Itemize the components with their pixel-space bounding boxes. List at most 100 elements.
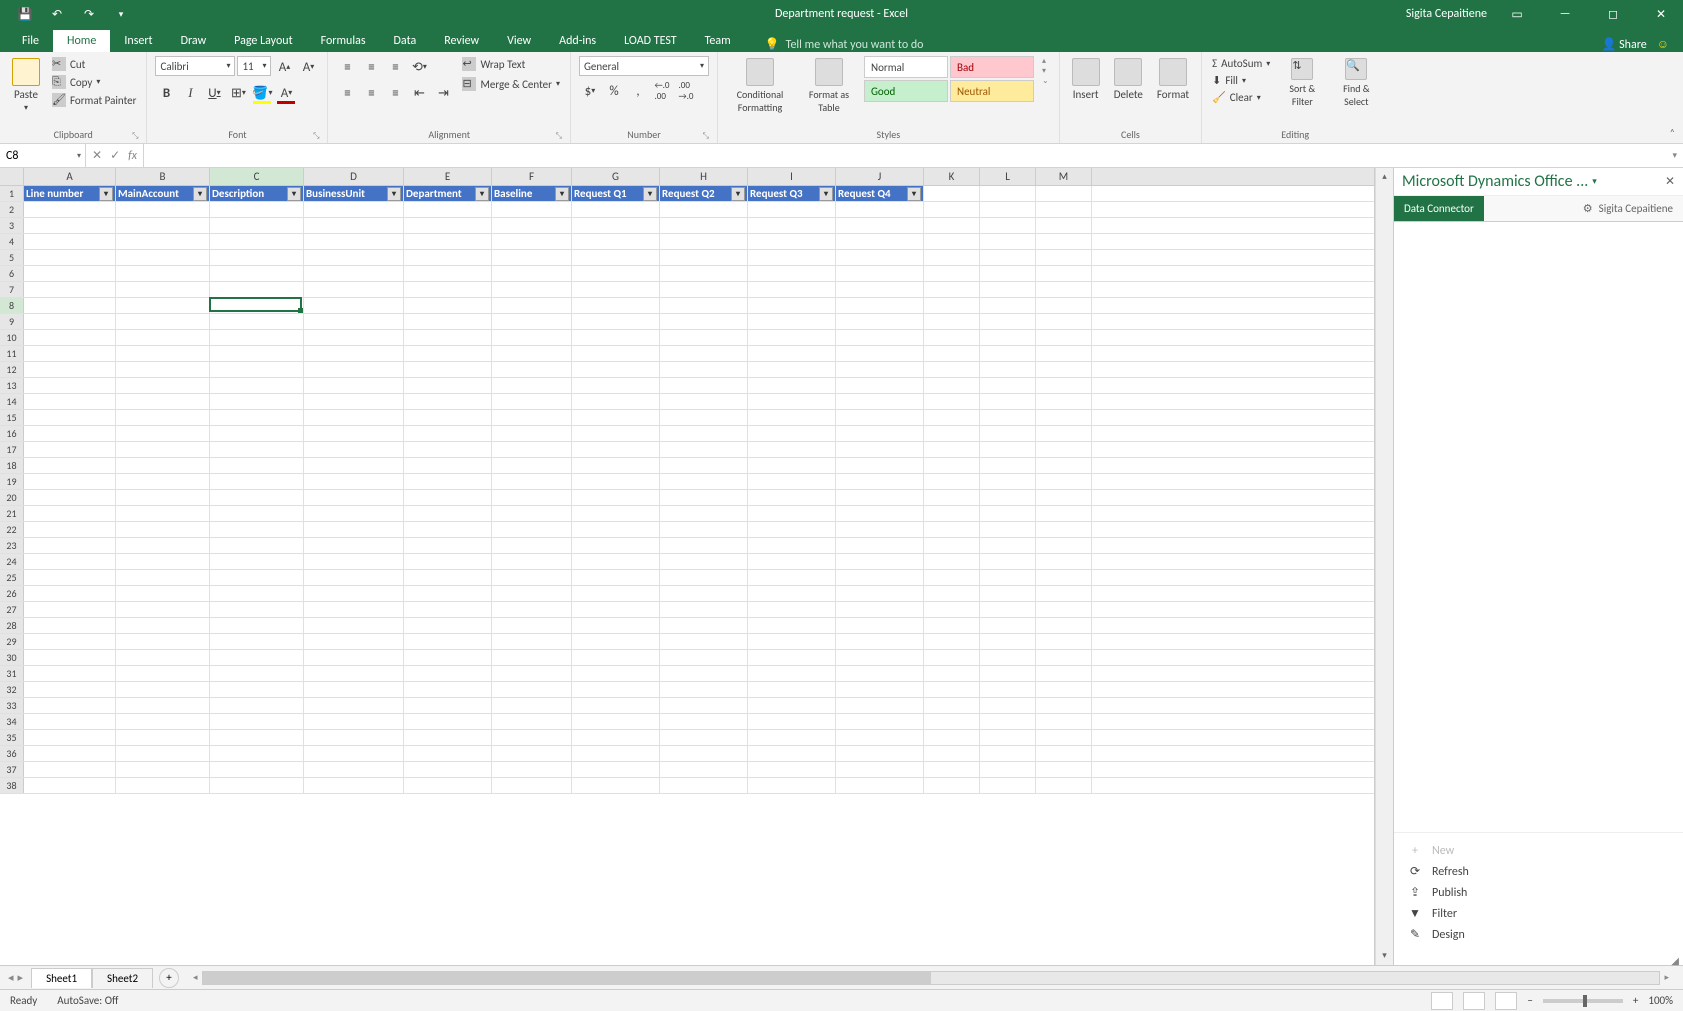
taskpane-user[interactable]: ⚙ Sigita Cepaitiene (1573, 196, 1683, 221)
cell[interactable] (116, 426, 210, 441)
cell[interactable] (980, 442, 1036, 457)
cell[interactable] (836, 730, 924, 745)
cell[interactable] (836, 618, 924, 633)
cell[interactable] (660, 714, 748, 729)
cell[interactable] (1036, 634, 1092, 649)
cell[interactable] (924, 298, 980, 313)
name-box[interactable]: C8 (0, 144, 86, 167)
cell[interactable] (980, 426, 1036, 441)
cell[interactable] (304, 266, 404, 281)
align-center-button[interactable]: ≡ (360, 82, 382, 104)
cell[interactable] (924, 538, 980, 553)
cell[interactable] (572, 570, 660, 585)
cell[interactable] (24, 394, 116, 409)
cell[interactable] (210, 554, 304, 569)
cell[interactable] (980, 714, 1036, 729)
cell[interactable] (24, 746, 116, 761)
row-header[interactable]: 6 (0, 266, 24, 281)
fill-button[interactable]: ⬇Fill▾ (1210, 73, 1272, 88)
font-size-select[interactable]: 11▾ (237, 56, 271, 76)
taskpane-menu-icon[interactable]: ▾ (1592, 176, 1597, 187)
cell[interactable] (748, 714, 836, 729)
cell[interactable] (492, 314, 572, 329)
cell[interactable] (404, 698, 492, 713)
cell[interactable] (924, 474, 980, 489)
cell[interactable] (210, 442, 304, 457)
cell[interactable] (924, 682, 980, 697)
cell[interactable] (572, 202, 660, 217)
cell[interactable] (660, 698, 748, 713)
cell[interactable] (24, 490, 116, 505)
row-header[interactable]: 28 (0, 618, 24, 633)
cell[interactable] (24, 250, 116, 265)
cell[interactable] (1036, 506, 1092, 521)
cell[interactable] (116, 746, 210, 761)
styles-down-icon[interactable]: ▾ (1042, 66, 1049, 76)
cell[interactable] (660, 218, 748, 233)
cell[interactable] (748, 538, 836, 553)
cell[interactable] (980, 394, 1036, 409)
cell[interactable] (748, 746, 836, 761)
cell[interactable] (924, 522, 980, 537)
cell[interactable] (116, 762, 210, 777)
cell[interactable] (1036, 762, 1092, 777)
cell[interactable] (304, 682, 404, 697)
cell[interactable] (1036, 282, 1092, 297)
cell[interactable] (404, 330, 492, 345)
cell[interactable] (492, 762, 572, 777)
cell[interactable] (924, 282, 980, 297)
cell[interactable] (24, 362, 116, 377)
cell[interactable] (304, 378, 404, 393)
cell[interactable] (404, 570, 492, 585)
fx-icon[interactable]: fx (128, 149, 137, 163)
cell[interactable] (492, 778, 572, 793)
cell[interactable] (404, 666, 492, 681)
cell[interactable] (116, 442, 210, 457)
cell[interactable] (210, 378, 304, 393)
cell[interactable] (492, 602, 572, 617)
cell[interactable] (1036, 698, 1092, 713)
cell[interactable] (748, 394, 836, 409)
align-left-button[interactable]: ≡ (336, 82, 358, 104)
style-good[interactable]: Good (864, 80, 948, 102)
row-header[interactable]: 20 (0, 490, 24, 505)
cell[interactable] (748, 202, 836, 217)
cell[interactable] (492, 346, 572, 361)
row-header[interactable]: 12 (0, 362, 24, 377)
cell[interactable] (210, 410, 304, 425)
cell[interactable] (836, 714, 924, 729)
border-button[interactable]: ⊞▾ (227, 82, 249, 104)
cell[interactable] (836, 250, 924, 265)
cell[interactable] (304, 298, 404, 313)
cell[interactable] (404, 314, 492, 329)
cell[interactable] (492, 666, 572, 681)
cell[interactable] (660, 346, 748, 361)
row-header[interactable]: 37 (0, 762, 24, 777)
cell[interactable] (572, 586, 660, 601)
cell[interactable] (924, 778, 980, 793)
cell[interactable] (660, 394, 748, 409)
column-header[interactable]: B (116, 168, 210, 185)
cell[interactable] (748, 618, 836, 633)
filter-dropdown-icon[interactable]: ▾ (555, 187, 569, 201)
row-header[interactable]: 36 (0, 746, 24, 761)
accounting-button[interactable]: $▾ (579, 80, 601, 102)
cell[interactable] (924, 250, 980, 265)
cell[interactable] (980, 218, 1036, 233)
cell[interactable] (924, 346, 980, 361)
percent-button[interactable]: % (603, 80, 625, 102)
cell[interactable] (980, 570, 1036, 585)
formula-input[interactable] (144, 144, 1666, 167)
cell[interactable] (1036, 378, 1092, 393)
cell[interactable] (210, 282, 304, 297)
cell[interactable] (304, 362, 404, 377)
cell[interactable] (836, 378, 924, 393)
cell[interactable] (492, 522, 572, 537)
cell[interactable] (748, 490, 836, 505)
cell[interactable] (24, 602, 116, 617)
cell[interactable] (492, 490, 572, 505)
select-all-corner[interactable] (0, 168, 24, 185)
cell[interactable] (660, 522, 748, 537)
zoom-level[interactable]: 100% (1648, 994, 1673, 1007)
cell[interactable] (924, 618, 980, 633)
